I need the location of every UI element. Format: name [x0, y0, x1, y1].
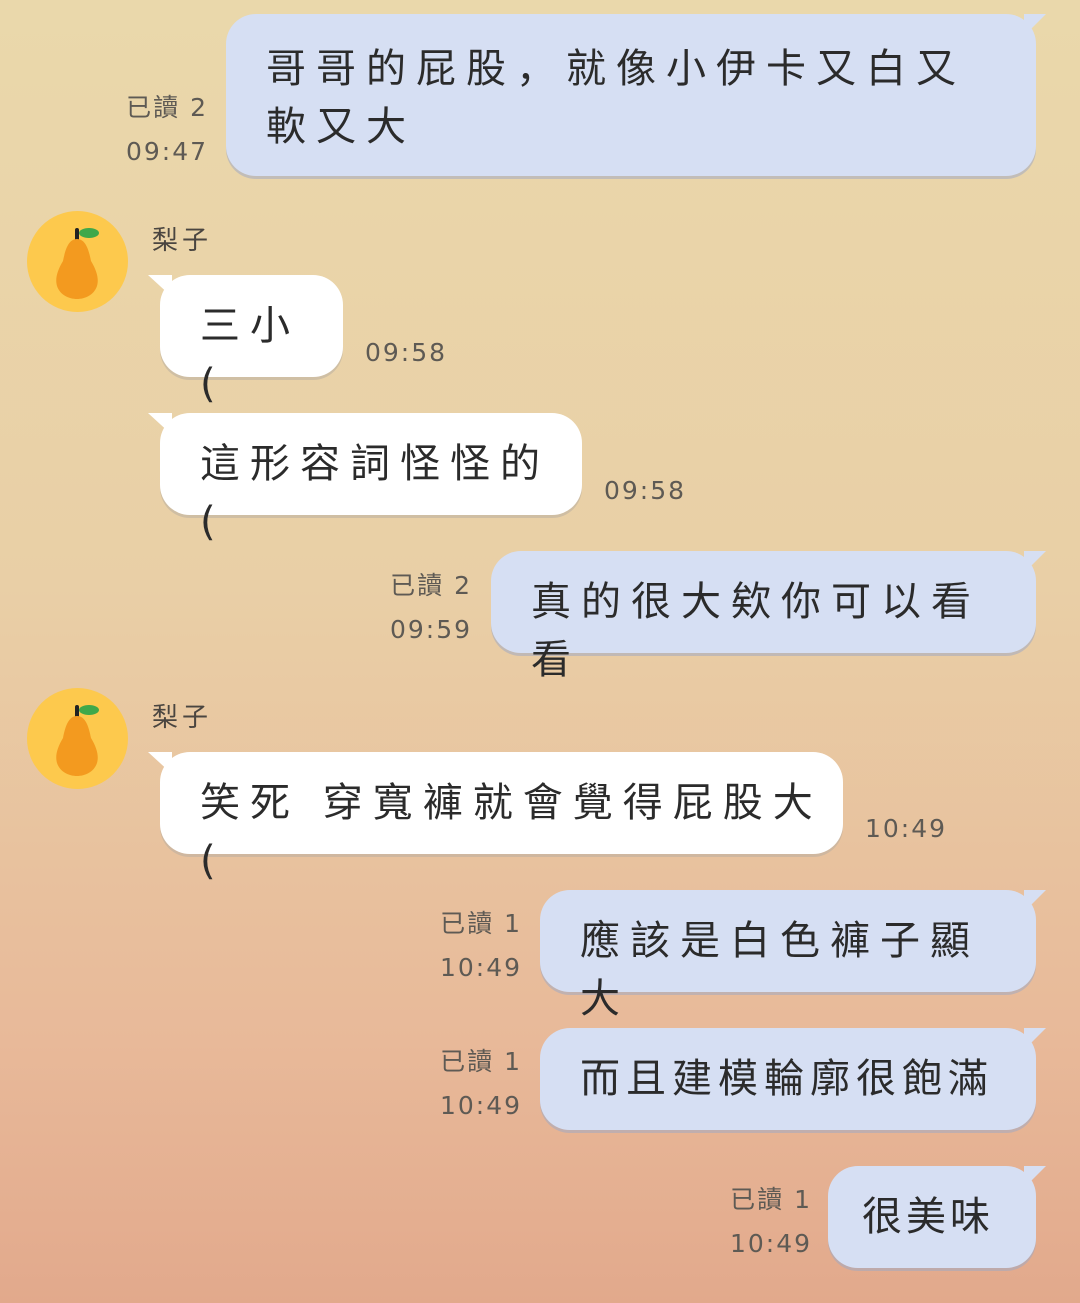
- incoming-message-bubble[interactable]: 三小(: [160, 275, 343, 407]
- avatar[interactable]: [27, 688, 128, 789]
- message-text: 很美味: [862, 1194, 994, 1240]
- read-receipt: 已讀 1: [440, 909, 522, 938]
- message-meta: 已讀 1 10:49: [390, 1040, 522, 1128]
- message-meta: 已讀 2 09:59: [340, 564, 472, 652]
- outgoing-message-bubble[interactable]: 真的很大欸你可以看看: [491, 551, 1036, 683]
- message-text: 三小(: [200, 303, 300, 407]
- message-time: 09:58: [604, 476, 687, 505]
- message-text: 這形容詞怪怪的(: [200, 441, 550, 545]
- sender-name: 梨子: [152, 226, 213, 256]
- message-meta: 已讀 1 10:49: [680, 1178, 812, 1266]
- message-text: 笑死 穿寬褲就會覺得屁股大(: [200, 780, 823, 884]
- message-time: 10:49: [439, 1091, 522, 1120]
- message-text: 真的很大欸你可以看看: [531, 579, 981, 683]
- pear-icon: [56, 705, 99, 776]
- avatar[interactable]: [27, 211, 128, 312]
- message-time: 09:47: [125, 137, 208, 166]
- read-receipt: 已讀 2: [126, 93, 208, 122]
- pear-icon: [56, 228, 99, 299]
- message-text: 而且建模輪廓很飽滿: [580, 1056, 994, 1102]
- message-text: 哥哥的屁股，就像小伊卡又白又軟又大: [266, 46, 966, 150]
- message-time: 10:49: [865, 814, 948, 843]
- read-receipt: 已讀 1: [440, 1047, 522, 1076]
- incoming-message-bubble[interactable]: 這形容詞怪怪的(: [160, 413, 582, 545]
- outgoing-message-bubble[interactable]: 哥哥的屁股，就像小伊卡又白又軟又大: [226, 14, 1036, 176]
- message-meta: 已讀 1 10:49: [390, 902, 522, 990]
- read-receipt: 已讀 1: [730, 1185, 812, 1214]
- message-time: 10:49: [729, 1229, 812, 1258]
- read-receipt: 已讀 2: [390, 571, 472, 600]
- message-time: 09:58: [365, 338, 448, 367]
- message-time: 10:49: [439, 953, 522, 982]
- outgoing-message-bubble[interactable]: 而且建模輪廓很飽滿: [540, 1028, 1036, 1130]
- sender-name: 梨子: [152, 703, 213, 733]
- incoming-message-bubble[interactable]: 笑死 穿寬褲就會覺得屁股大(: [160, 752, 843, 884]
- message-meta: 已讀 2 09:47: [80, 86, 208, 174]
- outgoing-message-bubble[interactable]: 應該是白色褲子顯大: [540, 890, 1036, 1022]
- message-text: 應該是白色褲子顯大: [580, 918, 980, 1022]
- outgoing-message-bubble[interactable]: 很美味: [828, 1166, 1036, 1268]
- message-time: 09:59: [389, 615, 472, 644]
